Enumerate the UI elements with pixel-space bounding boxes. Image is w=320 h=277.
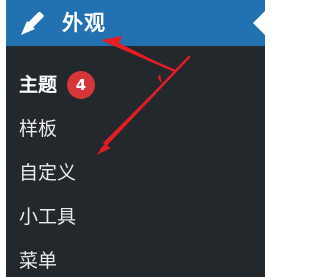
submenu-item-label: 小工具 xyxy=(19,206,77,228)
screenshot-frame: 外观 主题 4 样板 自定义 小工具 菜单 xyxy=(0,0,265,277)
submenu-item-themes[interactable]: 主题 4 xyxy=(6,63,265,107)
submenu-item-menus[interactable]: 菜单 xyxy=(6,239,265,277)
update-count-badge: 4 xyxy=(67,71,96,99)
appearance-submenu: 主题 4 样板 自定义 小工具 菜单 xyxy=(6,46,265,277)
current-menu-indicator xyxy=(253,11,265,35)
submenu-item-widgets[interactable]: 小工具 xyxy=(6,195,265,239)
submenu-item-label: 菜单 xyxy=(19,250,58,272)
submenu-item-patterns[interactable]: 样板 xyxy=(6,107,265,151)
submenu-item-customize[interactable]: 自定义 xyxy=(6,151,265,195)
appearance-menu-item[interactable]: 外观 xyxy=(6,0,265,46)
appearance-menu-label: 外观 xyxy=(62,11,106,35)
submenu-item-label: 样板 xyxy=(19,118,58,140)
submenu-item-label: 自定义 xyxy=(19,162,77,184)
submenu-item-label: 主题 xyxy=(19,74,58,96)
admin-menu-appearance: 外观 主题 4 样板 自定义 小工具 菜单 xyxy=(6,0,265,277)
paintbrush-icon xyxy=(18,8,48,38)
